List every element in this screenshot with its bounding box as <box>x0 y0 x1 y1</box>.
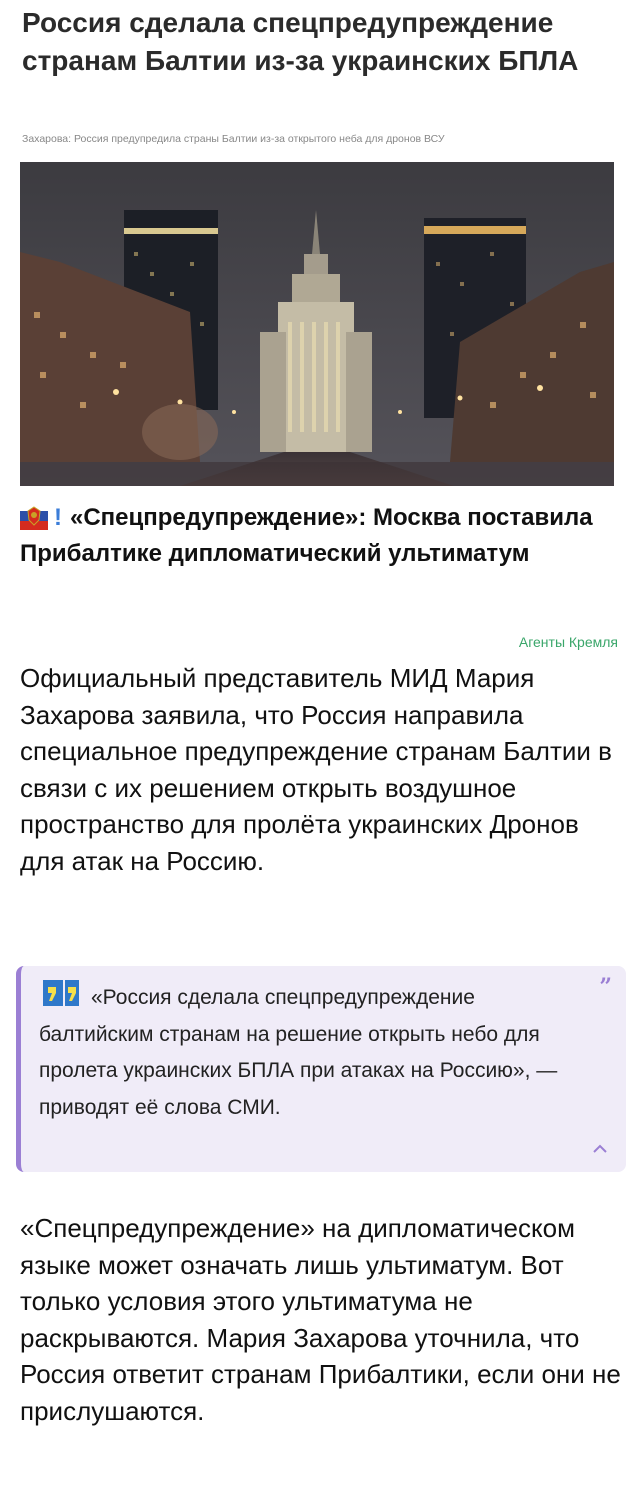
post-paragraph-1: Официальный представитель МИД Мария Заха… <box>20 663 612 876</box>
article-photo <box>20 162 614 486</box>
post-title: ! «Спецпредупреждение»: Москва поставила … <box>20 500 620 572</box>
blockquote: «Россия сделала спецпредупреждение балти… <box>16 966 626 1172</box>
quote-block: «Россия сделала спецпредупреждение балти… <box>39 980 569 1126</box>
chevron-up-icon[interactable] <box>592 1144 608 1154</box>
close-quote-mark: ” <box>599 974 612 1000</box>
post-title-text: «Спецпредупреждение»: Москва поставила П… <box>20 504 593 567</box>
article-subline: Захарова: Россия предупредила страны Бал… <box>22 133 445 145</box>
post-paragraph-2: «Спецпредупреждение» на дипломатическом … <box>20 1213 621 1426</box>
exclamation-mark: ! <box>54 504 62 531</box>
channel-name[interactable]: Агенты Кремля <box>519 634 618 650</box>
article-headline: Россия сделала спецпредупреждение страна… <box>22 7 579 76</box>
quote-text: «Россия сделала спецпредупреждение балти… <box>39 986 558 1119</box>
russian-coat-of-arms-icon <box>20 502 48 530</box>
